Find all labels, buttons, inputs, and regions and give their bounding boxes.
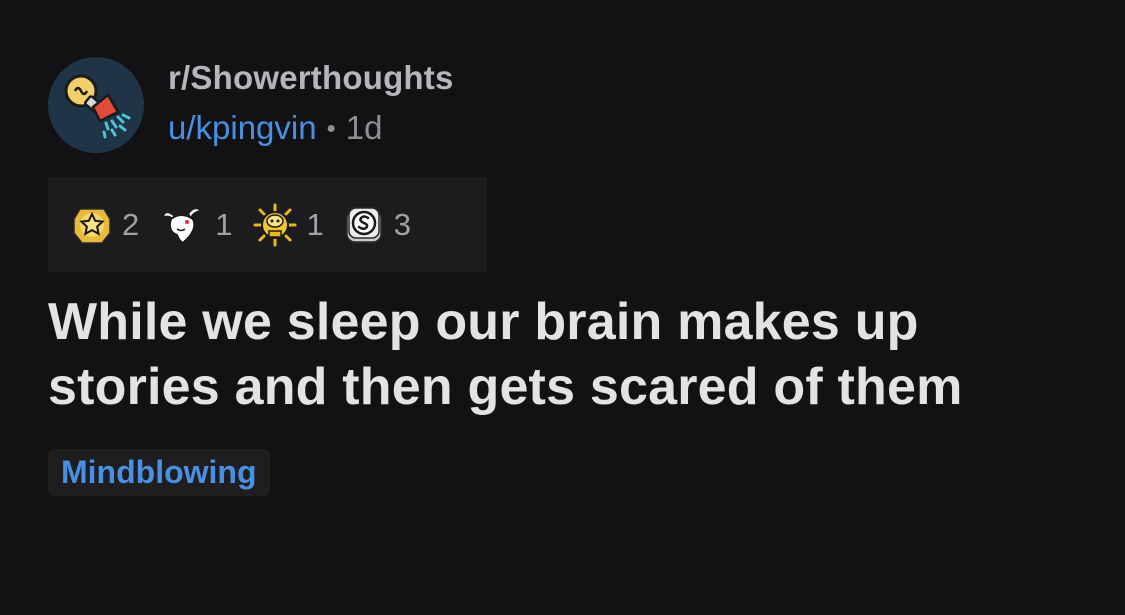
post-card: r/Showerthoughts u/kpingvin • 1d 2 1 1 3… bbox=[0, 0, 1125, 615]
award-silver[interactable]: 3 bbox=[344, 205, 411, 245]
separator-dot: • bbox=[326, 113, 336, 143]
award-star[interactable]: 2 bbox=[72, 205, 139, 245]
star-award-icon bbox=[73, 207, 111, 244]
post-meta: r/Showerthoughts u/kpingvin • 1d bbox=[168, 58, 454, 148]
award-count: 1 bbox=[215, 206, 233, 242]
post-title[interactable]: While we sleep our brain makes up storie… bbox=[48, 290, 1088, 420]
award-count: 3 bbox=[393, 206, 411, 242]
post-byline: u/kpingvin • 1d bbox=[168, 108, 454, 148]
award-count: 1 bbox=[306, 206, 324, 242]
silver-award-icon bbox=[346, 206, 382, 243]
award-gold-snoo[interactable]: 1 bbox=[253, 203, 324, 247]
lightbulb-showerhead-icon bbox=[48, 57, 144, 153]
post-header: r/Showerthoughts u/kpingvin • 1d bbox=[48, 57, 454, 153]
award-count: 2 bbox=[122, 206, 140, 242]
author-username[interactable]: u/kpingvin bbox=[168, 108, 317, 148]
post-flair[interactable]: Mindblowing bbox=[48, 449, 270, 496]
gold-snoo-award-icon bbox=[253, 203, 296, 246]
subreddit-name[interactable]: r/Showerthoughts bbox=[168, 58, 454, 98]
award-goat[interactable]: 1 bbox=[159, 205, 233, 245]
goat-award-icon bbox=[162, 207, 204, 244]
post-age: 1d bbox=[345, 109, 383, 146]
awards-bar[interactable]: 2 1 1 3 bbox=[48, 177, 487, 272]
subreddit-avatar[interactable] bbox=[48, 57, 144, 153]
